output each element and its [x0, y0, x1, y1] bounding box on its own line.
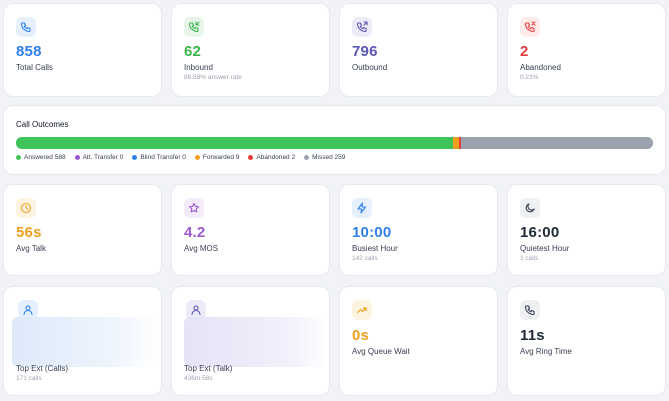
call-outcomes-title: Call Outcomes [16, 120, 69, 129]
stat-subtext: 0.23% [520, 74, 539, 81]
stat-value: 2 [520, 43, 529, 60]
stat-value: 16:00 [520, 224, 560, 241]
stat-card-outbound: 796 Outbound [339, 3, 498, 97]
redacted-value [12, 317, 157, 367]
legend-blind-transfer: Blind Transfer 0 [132, 154, 186, 161]
stat-value: 10:00 [352, 224, 392, 241]
stat-card-total-calls: 858 Total Calls [3, 3, 162, 97]
stat-label: Busiest Hour [352, 244, 398, 253]
stat-value: 0s [352, 327, 370, 344]
legend-missed: Missed 259 [304, 154, 345, 161]
trend-up-icon [352, 300, 372, 320]
call-outcomes-card: Call Outcomes Answered 588 Att. Transfer… [3, 105, 666, 175]
outcomes-bar [16, 137, 653, 149]
phone-incoming-icon [184, 17, 204, 37]
stat-subtext: 1 calls [520, 255, 539, 262]
legend-forwarded: Forwarded 9 [194, 154, 239, 161]
stat-label: Quietest Hour [520, 244, 570, 253]
stat-label: Total Calls [16, 63, 53, 72]
stat-label: Top Ext (Calls) [16, 364, 69, 373]
legend-answered: Answered 588 [16, 154, 66, 161]
stat-card-avg-ring-time: 11s Avg Ring Time [507, 286, 666, 396]
stat-label: Avg Queue Wait [352, 347, 410, 356]
stat-label: Inbound [184, 63, 213, 72]
stat-label: Avg Ring Time [520, 347, 572, 356]
stat-label: Avg Talk [16, 244, 46, 253]
lightning-icon [352, 198, 372, 218]
stat-value: 62 [184, 43, 202, 60]
stat-subtext: 171 calls [16, 375, 42, 382]
bar-segment-forwarded [452, 137, 460, 149]
stat-label: Top Ext (Talk) [184, 364, 233, 373]
clock-icon [16, 198, 36, 218]
star-icon [184, 198, 204, 218]
stat-card-avg-talk: 56s Avg Talk [3, 184, 162, 276]
bar-segment-answered [16, 137, 453, 149]
stat-value: 4.2 [184, 224, 206, 241]
phone-missed-icon [520, 17, 540, 37]
stat-subtext: 142 calls [352, 255, 378, 262]
phone-icon [16, 17, 36, 37]
phone-icon [520, 300, 540, 320]
bar-segment-missed [460, 137, 653, 149]
stat-value: 858 [16, 43, 42, 60]
stat-value: 56s [16, 224, 42, 241]
stat-subtext: 436m 58s [184, 375, 213, 382]
moon-icon [520, 198, 540, 218]
stat-value: 796 [352, 43, 378, 60]
outcomes-legend: Answered 588 Att. Transfer 0 Blind Trans… [16, 154, 345, 161]
stat-value: 11s [520, 327, 545, 344]
stat-card-quietest-hour: 16:00 Quietest Hour 1 calls [507, 184, 666, 276]
legend-abandoned: Abandoned 2 [248, 154, 295, 161]
stat-card-inbound: 62 Inbound 88.58% answer rate [171, 3, 330, 97]
legend-att-transfer: Att. Transfer 0 [74, 154, 123, 161]
stat-card-avg-queue-wait: 0s Avg Queue Wait [339, 286, 498, 396]
phone-outgoing-icon [352, 17, 372, 37]
stat-label: Outbound [352, 63, 388, 72]
stat-subtext: 88.58% answer rate [184, 74, 242, 81]
stat-card-top-ext-talk: Top Ext (Talk) 436m 58s [171, 286, 330, 396]
stat-card-busiest-hour: 10:00 Busiest Hour 142 calls [339, 184, 498, 276]
stat-label: Abandoned [520, 63, 561, 72]
stat-card-top-ext-calls: Top Ext (Calls) 171 calls [3, 286, 162, 396]
stat-label: Avg MOS [184, 244, 219, 253]
redacted-value [184, 317, 329, 367]
stat-card-abandoned: 2 Abandoned 0.23% [507, 3, 666, 97]
stat-card-avg-mos: 4.2 Avg MOS [171, 184, 330, 276]
